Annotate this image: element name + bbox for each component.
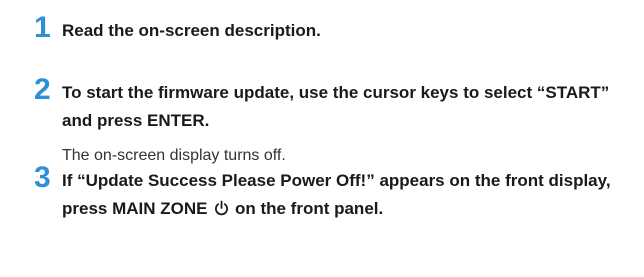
instruction-steps: 1 Read the on-screen description. 2 To s… <box>0 0 644 277</box>
step-number: 2 <box>34 73 51 106</box>
step-number: 1 <box>34 11 51 44</box>
step-note: The on-screen display turns off. <box>62 147 286 164</box>
step-instruction: If “Update Success Please Power Off!” ap… <box>62 167 642 223</box>
step-instruction: Read the on-screen description. <box>62 21 321 40</box>
step-number: 3 <box>34 161 51 194</box>
power-icon <box>214 197 229 216</box>
instruction-text-after-icon: on the front panel. <box>234 199 384 218</box>
step-instruction: To start the firmware update, use the cu… <box>62 83 610 130</box>
